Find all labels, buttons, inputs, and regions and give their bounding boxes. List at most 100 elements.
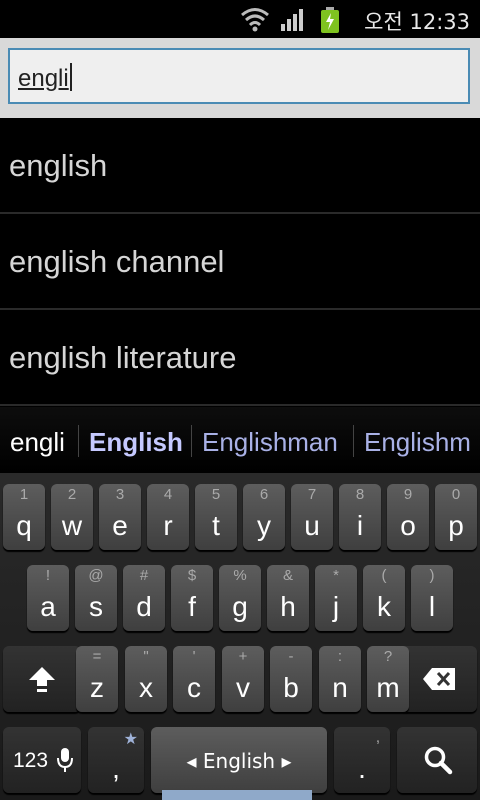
divider [78,425,79,457]
candidate-word[interactable]: Englishm [364,427,471,458]
divider [353,425,354,457]
signal-icon [281,9,303,31]
search-query: engli [18,63,72,93]
key-label: x [139,672,153,703]
search-icon [424,746,453,775]
battery-icon [321,7,339,33]
key-label: z [90,672,104,703]
key-hint: ( [381,567,387,584]
key-hint: ! [45,567,51,584]
key-hint: & [282,567,293,584]
key-label: g [232,591,248,622]
candidate-typed[interactable]: engli [10,427,65,458]
key-label: v [236,672,250,703]
key-hint: 9 [403,486,413,503]
key-hint: @ [88,567,104,584]
key-l[interactable]: ) l [411,565,453,631]
key-hint: ) [429,567,435,584]
key-label: t [212,510,220,541]
key-label: s [89,591,103,622]
key-b[interactable]: -b [270,646,312,712]
key-v[interactable]: + v [222,646,264,712]
suggestion-item[interactable]: english channel [0,214,480,310]
key-hint: : [337,648,343,665]
key-hint: 1 [19,486,29,503]
spacebar-highlight [162,790,312,800]
comma-key[interactable]: ★ , [88,727,144,793]
key-n[interactable]: :n [319,646,361,712]
candidate-word[interactable]: Englishman [202,427,338,458]
status-bar: 오전 12:33 [0,0,480,38]
suggestion-item[interactable]: english [0,118,480,214]
key-label: b [283,672,299,703]
period-key[interactable]: , . [334,727,390,793]
key-hint: 7 [307,486,317,503]
key-c[interactable]: ' c [173,646,215,712]
key-label: m [376,672,400,703]
space-key[interactable]: ◂ English ▸ [151,727,327,793]
delete-key[interactable] [400,646,477,712]
key-label: c [187,672,201,703]
key-label: f [188,591,196,622]
key-f[interactable]: $ f [171,565,213,631]
key-hint: = [92,648,102,665]
backspace-icon [423,668,455,690]
key-hint: - [288,648,294,665]
key-q[interactable]: 1q [3,484,45,550]
key-hint: " [143,648,149,665]
key-y[interactable]: 6y [243,484,285,550]
key-r[interactable]: 4r [147,484,189,550]
key-label: n [332,672,348,703]
key-label: l [428,591,436,622]
key-t[interactable]: 5t [195,484,237,550]
divider [191,425,192,457]
key-label: p [448,510,464,541]
key-w[interactable]: 2w [51,484,93,550]
search-bar: engli [0,38,480,118]
wifi-icon [241,8,269,32]
candidate-primary[interactable]: English [89,427,183,458]
shift-key[interactable] [3,646,81,712]
search-input[interactable]: engli [8,48,470,104]
key-hint: 4 [163,486,173,503]
text-cursor [69,63,72,91]
key-z[interactable]: = z [76,646,118,712]
key-s[interactable]: @ s [75,565,117,631]
key-hint: 8 [355,486,365,503]
key-j[interactable]: * j [315,565,357,631]
key-label: h [280,591,296,622]
key-hint: 6 [259,486,269,503]
key-i[interactable]: 8i [339,484,381,550]
key-hint: # [139,567,149,584]
key-hint: $ [187,567,197,584]
key-m[interactable]: ? m [367,646,409,712]
key-label: q [16,510,32,541]
key-a[interactable]: ! a [27,565,69,631]
search-key[interactable] [397,727,477,793]
key-hint: 3 [115,486,125,503]
key-x[interactable]: " x [125,646,167,712]
key-hint: ? [383,648,393,665]
key-o[interactable]: 9o [387,484,429,550]
shift-arrow-icon [29,667,55,692]
key-label: o [400,510,416,541]
suggestion-item[interactable]: english literature [0,310,480,406]
key-label: w [61,510,83,541]
key-hint: + [238,648,248,665]
key-k[interactable]: (k [363,565,405,631]
key-label: d [136,591,152,622]
key-label: u [304,510,320,541]
key-u[interactable]: 7u [291,484,333,550]
key-label: r [163,510,173,541]
key-label: a [40,591,56,622]
key-p[interactable]: 0p [435,484,477,550]
key-e[interactable]: 3e [99,484,141,550]
numbers-key[interactable]: 123 [3,727,81,793]
key-hint: 5 [211,486,221,503]
key-hint: 0 [451,486,461,503]
key-d[interactable]: # d [123,565,165,631]
key-label: k [377,591,391,622]
key-hint: % [233,567,247,584]
key-g[interactable]: % g [219,565,261,631]
key-h[interactable]: & h [267,565,309,631]
